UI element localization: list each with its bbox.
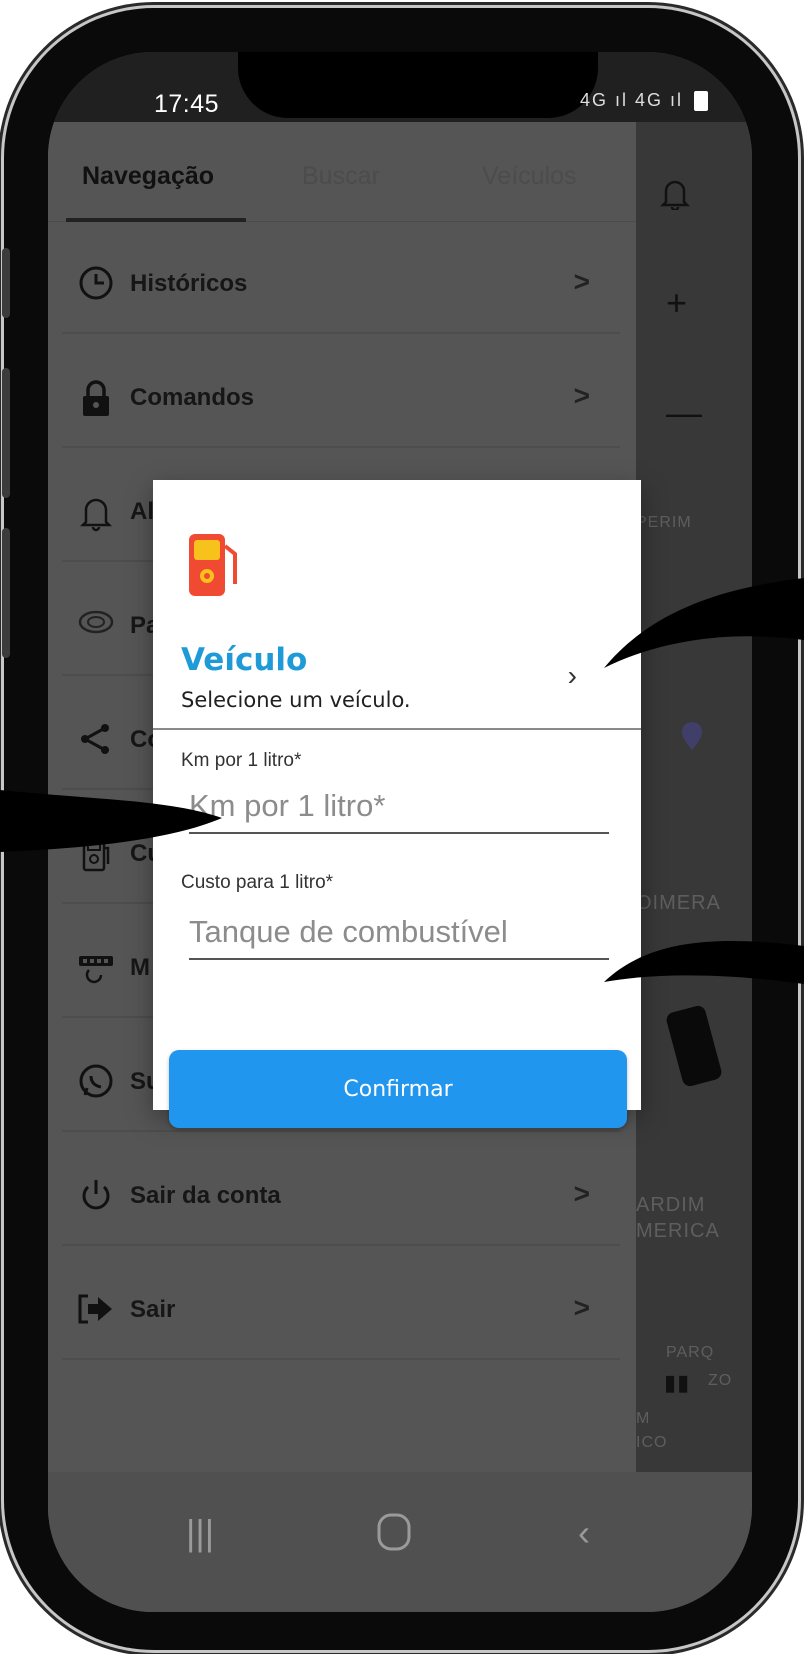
confirm-button[interactable]: Confirmar: [169, 1050, 627, 1128]
chevron-right-icon: ›: [567, 660, 577, 691]
power-icon: [76, 1176, 116, 1216]
volume-up-button: [2, 368, 10, 498]
chevron-right-icon: >: [573, 1292, 590, 1323]
zoom-out-button[interactable]: —: [666, 392, 702, 434]
tracker-icon: [76, 948, 116, 988]
map-label: PARQ: [666, 1344, 715, 1361]
lock-icon: [76, 378, 116, 418]
whatsapp-icon: [76, 1062, 116, 1102]
cost-per-liter-input[interactable]: [189, 906, 609, 960]
map-label: ICO: [636, 1434, 668, 1451]
odometer-icon: [76, 606, 116, 646]
bell-icon: [76, 492, 116, 532]
recent-apps-icon[interactable]: |||: [186, 1512, 214, 1554]
menu-item-sair-da-conta[interactable]: Sair da conta >: [62, 1146, 620, 1246]
menu-label: M: [130, 954, 150, 981]
tab-indicator: [66, 218, 246, 222]
home-icon[interactable]: [376, 1512, 412, 1561]
signal-text: 4G ıl 4G ıl: [579, 90, 683, 110]
menu-label: Al: [130, 498, 154, 525]
fuel-cost-dialog: Veículo Selecione um veículo. › Km por 1…: [153, 480, 641, 1128]
silent-switch: [2, 248, 10, 318]
map-label: ZO: [708, 1372, 733, 1389]
android-nav-bar: ||| ‹: [48, 1472, 752, 1612]
vehicle-subtitle: Selecione um veículo.: [181, 688, 411, 712]
menu-label: Sair da conta: [130, 1182, 281, 1209]
tab-buscar[interactable]: Buscar: [302, 162, 380, 191]
chevron-right-icon: >: [573, 266, 590, 297]
notifications-bell-icon[interactable]: [659, 176, 691, 219]
menu-item-sair[interactable]: Sair >: [62, 1260, 620, 1360]
map-label: PERIM: [636, 514, 692, 531]
map-layers-icon[interactable]: ▮▮: [664, 1370, 690, 1396]
clock-icon: [76, 264, 116, 304]
tab-navegacao[interactable]: Navegação: [82, 162, 214, 191]
tab-veiculos[interactable]: Veículos: [482, 162, 577, 191]
back-icon[interactable]: ‹: [578, 1512, 590, 1554]
fuel-station-icon: [183, 530, 245, 600]
zoom-in-button[interactable]: +: [666, 282, 687, 324]
km-field-label: Km por 1 litro*: [181, 750, 302, 771]
exit-icon: [76, 1290, 116, 1330]
vehicle-selector[interactable]: Veículo Selecione um veículo. ›: [153, 630, 641, 730]
signal-icons: 4G ıl 4G ıl: [579, 90, 708, 112]
screen: 17:45 4G ıl 4G ıl Navegação Buscar Veícu…: [48, 52, 752, 1612]
map-background[interactable]: + — PERIM OIMERA ARDIM MERICA PARQ ▮▮ ZO…: [636, 122, 752, 1472]
map-label: ARDIM: [636, 1194, 706, 1216]
cost-field-label: Custo para 1 litro*: [181, 872, 334, 893]
menu-label: Sair: [130, 1296, 176, 1323]
menu-label: Históricos: [130, 270, 248, 297]
chevron-right-icon: >: [573, 1178, 590, 1209]
status-bar: 17:45 4G ıl 4G ıl: [48, 52, 752, 122]
vehicle-title: Veículo: [181, 642, 308, 678]
chevron-right-icon: >: [573, 380, 590, 411]
map-label: MERICA: [636, 1220, 720, 1242]
share-icon: [76, 720, 116, 760]
battery-icon: [694, 91, 708, 112]
phone-frame: 17:45 4G ıl 4G ıl Navegação Buscar Veícu…: [2, 8, 798, 1650]
volume-down-button: [2, 528, 10, 658]
status-time: 17:45: [154, 90, 220, 118]
notch: [238, 52, 598, 118]
menu-item-comandos[interactable]: Comandos >: [62, 348, 620, 448]
map-label: M: [636, 1410, 651, 1427]
map-pin-icon: [680, 722, 704, 757]
fuel-pump-icon: [76, 834, 116, 874]
drawer-tabs: Navegação Buscar Veículos: [48, 122, 636, 222]
map-label: OIMERA: [636, 892, 721, 914]
km-per-liter-input[interactable]: [189, 780, 609, 834]
phone-marker-icon: [664, 1002, 728, 1097]
menu-label: Comandos: [130, 384, 255, 411]
menu-item-historicos[interactable]: Históricos >: [62, 234, 620, 334]
